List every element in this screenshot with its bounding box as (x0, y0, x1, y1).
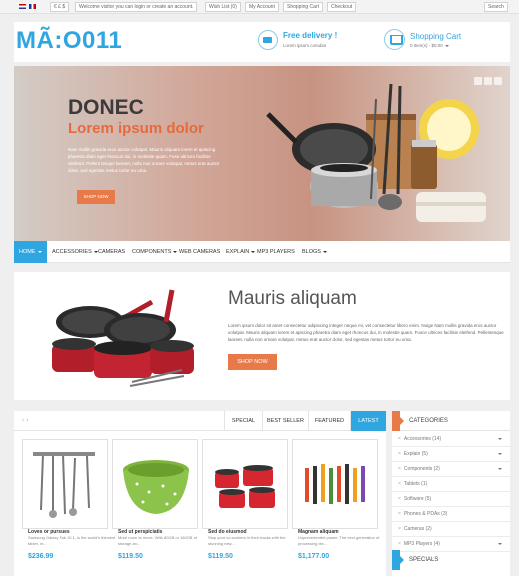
red-cookware-image (52, 289, 194, 387)
nav-components[interactable]: COMPONENTS (132, 241, 178, 263)
main-nav: HOME ACCESSORIES CAMERAS COMPONENTS WEB … (14, 241, 510, 263)
delivery-subtitle: Lorem ipsum conubia (283, 43, 327, 48)
search-button[interactable]: Search (484, 2, 508, 12)
bowl-icon (123, 460, 189, 514)
nav-explain[interactable]: EXPLAIN (226, 241, 256, 263)
tab-featured[interactable]: FEATURED (308, 411, 350, 431)
category-item[interactable]: × Accessories (14) (392, 432, 510, 447)
product-tabs: ‹ › SPECIAL BEST SELLER FEATURED LATEST (14, 411, 386, 431)
category-item[interactable]: × Cameras (2) (392, 522, 510, 537)
cart-title[interactable]: Shopping Cart (410, 32, 461, 41)
product-description: Samsung Galaxy Tab 10.1, is the world's … (28, 535, 116, 546)
categories-title: CATEGORIES (409, 418, 448, 424)
specials-title: SPECIALS (409, 557, 439, 563)
wishlist-link[interactable]: Wish List (0) (205, 2, 241, 12)
categories-header: CATEGORIES (392, 411, 510, 431)
site-header: MÃ:O011 Free delivery ! Lorem ipsum conu… (14, 22, 510, 62)
banner-text: Lorem ipsum dolor sit amet consectetur a… (228, 323, 504, 342)
currency-selector[interactable]: € £ $ (50, 2, 70, 12)
delivery-title: Free delivery ! (283, 31, 338, 40)
chevron-down-icon[interactable] (498, 438, 502, 440)
pots-icon (215, 465, 275, 508)
ribbon-icon (392, 411, 404, 431)
specials-header: SPECIALS (392, 550, 510, 570)
hero-slider: DONEC Lorem ipsum dolor Nam mollis gravi… (14, 66, 510, 241)
cart-summary[interactable]: 0 item(s) - $0.00 (410, 43, 449, 48)
promo-banner: Mauris aliquam Lorem ipsum dolor sit ame… (14, 272, 510, 400)
product-description: Stop your co-workers in their tracks wit… (208, 535, 286, 546)
product-card[interactable] (112, 439, 198, 529)
english-flag-icon[interactable] (19, 4, 26, 9)
chevron-down-icon (37, 250, 42, 253)
product-price: $119.50 (208, 553, 233, 560)
welcome-text[interactable]: Welcome visitor you can login or create … (75, 2, 198, 12)
utensils-icon (33, 452, 95, 518)
product-card[interactable] (22, 439, 108, 529)
category-item[interactable]: × Explain (5) (392, 447, 510, 462)
category-item[interactable]: × Phones & PDAs (3) (392, 507, 510, 522)
nav-web-cameras[interactable]: WEB CAMERAS (179, 241, 220, 263)
ribbon-icon (392, 550, 404, 570)
product-price: $236.99 (28, 553, 54, 560)
cart-icon[interactable] (384, 29, 405, 50)
truck-icon (258, 30, 278, 50)
carousel-arrows-icon[interactable]: ‹ › (22, 417, 29, 424)
product-price: $119.50 (118, 553, 143, 560)
tab-special[interactable]: SPECIAL (224, 411, 262, 431)
nav-home[interactable]: HOME (14, 241, 47, 263)
chevron-down-icon[interactable] (498, 543, 502, 545)
category-item[interactable]: × Components (2) (392, 462, 510, 477)
nav-mp3-players[interactable]: MP3 PLAYERS (257, 241, 295, 263)
slider-shop-now-button[interactable]: SHOP NOW (77, 190, 115, 204)
category-item[interactable]: × Tablets (1) (392, 477, 510, 492)
product-description: More room to move. With 80GB or 160GB of… (118, 535, 197, 546)
shopping-cart-link[interactable]: Shopping Cart (283, 2, 323, 12)
chevron-down-icon[interactable] (498, 453, 502, 455)
nav-cameras[interactable]: CAMERAS (98, 241, 125, 263)
tab-best-seller[interactable]: BEST SELLER (262, 411, 308, 431)
products-section: ‹ › SPECIAL BEST SELLER FEATURED LATEST … (14, 411, 386, 576)
nav-accessories[interactable]: ACCESSORIES (52, 241, 98, 263)
my-account-link[interactable]: My Account (245, 2, 279, 12)
french-flag-icon[interactable] (29, 4, 36, 9)
site-logo[interactable]: MÃ:O011 (16, 27, 122, 55)
checkout-link[interactable]: Checkout (327, 2, 357, 12)
top-bar: € £ $ Welcome visitor you can login or c… (0, 0, 519, 14)
tab-latest[interactable]: LATEST (350, 411, 386, 431)
banner-title: Mauris aliquam (228, 288, 357, 309)
product-card[interactable] (202, 439, 288, 529)
category-item[interactable]: × Software (5) (392, 492, 510, 507)
product-card[interactable] (292, 439, 378, 529)
product-description: Unprecedented power. The next generation… (298, 535, 380, 546)
banner-shop-now-button[interactable]: SHOP NOW (228, 354, 277, 370)
chevron-down-icon[interactable] (498, 468, 502, 470)
slider-subtitle: Lorem ipsum dolor (68, 120, 204, 137)
product-price: $1,177.00 (298, 553, 330, 560)
slider-text: Nam mollis gravida eros auctor volutpat.… (68, 147, 220, 173)
categories-sidebar: CATEGORIES × Accessories (14) × Explain (5… (392, 411, 510, 576)
slider-title: DONEC (68, 96, 144, 119)
nav-blogs[interactable]: BLOGS (302, 241, 327, 263)
tools-icon (305, 464, 365, 504)
cookware-image (266, 83, 486, 222)
